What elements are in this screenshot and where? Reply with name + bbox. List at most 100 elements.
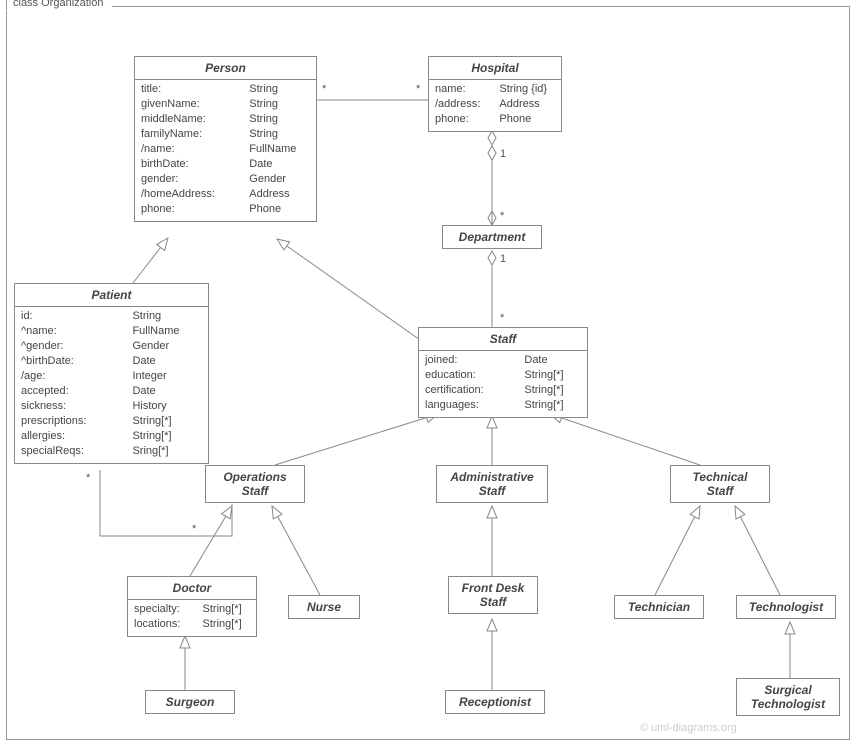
attr-type: String — [249, 82, 310, 97]
attr-type: Date — [524, 353, 581, 368]
attr-name: prescriptions: — [21, 414, 132, 429]
class-title: Technologist — [737, 596, 835, 618]
class-attrs: specialty:String[*]locations:String[*] — [128, 600, 256, 636]
class-attrs: title:StringgivenName:StringmiddleName:S… — [135, 80, 316, 221]
attr-type: String[*] — [524, 383, 581, 398]
class-receptionist: Receptionist — [445, 690, 545, 714]
attr-type: Integer — [132, 369, 202, 384]
class-title: Technician — [615, 596, 703, 618]
attr-name: middleName: — [141, 112, 249, 127]
attr-type: History — [132, 399, 202, 414]
attr-name: /age: — [21, 369, 132, 384]
title-line1: Surgical — [764, 683, 811, 697]
attr-name: certification: — [425, 383, 524, 398]
class-attrs: joined:Dateeducation:String[*]certificat… — [419, 351, 587, 417]
class-title: Operations Staff — [206, 466, 304, 502]
attr-row: name:String {id} — [435, 82, 555, 97]
attr-name: /homeAddress: — [141, 187, 249, 202]
attr-row: ^gender:Gender — [21, 339, 202, 354]
class-technologist: Technologist — [736, 595, 836, 619]
attr-name: accepted: — [21, 384, 132, 399]
class-title: Administrative Staff — [437, 466, 547, 502]
title-line2: Staff — [480, 595, 506, 609]
attr-type: String — [249, 112, 310, 127]
watermark: © uml-diagrams.org — [640, 722, 737, 734]
class-hospital: Hospital name:String {id}/address:Addres… — [428, 56, 562, 132]
attr-name: ^birthDate: — [21, 354, 132, 369]
attr-row: /age:Integer — [21, 369, 202, 384]
attr-name: title: — [141, 82, 249, 97]
class-title: Patient — [15, 284, 208, 307]
class-title: Hospital — [429, 57, 561, 80]
frame-title: class Organization — [6, 0, 115, 11]
multiplicity: * — [416, 83, 420, 95]
attr-row: phone:Phone — [141, 202, 310, 217]
attr-row: sickness:History — [21, 399, 202, 414]
title-line2: Staff — [479, 484, 505, 498]
attr-row: ^name:FullName — [21, 324, 202, 339]
class-person: Person title:StringgivenName:Stringmiddl… — [134, 56, 317, 222]
attr-name: id: — [21, 309, 132, 324]
multiplicity: * — [500, 210, 504, 222]
class-surgical-technologist: Surgical Technologist — [736, 678, 840, 716]
attr-type: Address — [249, 187, 310, 202]
class-administrative-staff: Administrative Staff — [436, 465, 548, 503]
class-technician: Technician — [614, 595, 704, 619]
class-department: Department — [442, 225, 542, 249]
title-line1: Administrative — [450, 470, 533, 484]
attr-row: /homeAddress:Address — [141, 187, 310, 202]
attr-name: joined: — [425, 353, 524, 368]
attr-type: String[*] — [132, 414, 202, 429]
class-title: Department — [443, 226, 541, 248]
class-title: Surgeon — [146, 691, 234, 713]
attr-type: FullName — [249, 142, 310, 157]
title-line2: Staff — [707, 484, 733, 498]
attr-name: specialty: — [134, 602, 203, 617]
attr-type: String — [132, 309, 202, 324]
attr-name: /address: — [435, 97, 499, 112]
attr-row: /name:FullName — [141, 142, 310, 157]
attr-name: name: — [435, 82, 499, 97]
class-doctor: Doctor specialty:String[*]locations:Stri… — [127, 576, 257, 637]
attr-row: accepted:Date — [21, 384, 202, 399]
attr-name: education: — [425, 368, 524, 383]
attr-row: locations:String[*] — [134, 617, 250, 632]
attr-type: String[*] — [524, 398, 581, 413]
class-title: Staff — [419, 328, 587, 351]
attr-name: /name: — [141, 142, 249, 157]
attr-row: specialty:String[*] — [134, 602, 250, 617]
attr-type: String — [249, 97, 310, 112]
class-surgeon: Surgeon — [145, 690, 235, 714]
class-title: Front Desk Staff — [449, 577, 537, 613]
attr-type: Phone — [249, 202, 310, 217]
attr-type: Gender — [132, 339, 202, 354]
class-title: Technical Staff — [671, 466, 769, 502]
class-technical-staff: Technical Staff — [670, 465, 770, 503]
attr-row: gender:Gender — [141, 172, 310, 187]
attr-row: ^birthDate:Date — [21, 354, 202, 369]
uml-canvas: class Organization — [0, 0, 860, 747]
attr-row: certification:String[*] — [425, 383, 581, 398]
class-patient: Patient id:String^name:FullName^gender:G… — [14, 283, 209, 464]
multiplicity: 1 — [500, 253, 506, 265]
attr-type: Sring[*] — [132, 444, 202, 459]
attr-row: allergies:String[*] — [21, 429, 202, 444]
title-line1: Front Desk — [462, 581, 525, 595]
attr-row: education:String[*] — [425, 368, 581, 383]
attr-row: familyName:String — [141, 127, 310, 142]
attr-name: familyName: — [141, 127, 249, 142]
attr-name: ^gender: — [21, 339, 132, 354]
attr-type: Date — [249, 157, 310, 172]
attr-name: allergies: — [21, 429, 132, 444]
attr-row: birthDate:Date — [141, 157, 310, 172]
attr-type: Date — [132, 384, 202, 399]
multiplicity: * — [86, 472, 90, 484]
class-title: Nurse — [289, 596, 359, 618]
title-line2: Staff — [242, 484, 268, 498]
attr-type: Address — [499, 97, 555, 112]
attr-type: String[*] — [132, 429, 202, 444]
attr-row: specialReqs:Sring[*] — [21, 444, 202, 459]
attr-row: middleName:String — [141, 112, 310, 127]
attr-row: languages:String[*] — [425, 398, 581, 413]
attr-type: String — [249, 127, 310, 142]
